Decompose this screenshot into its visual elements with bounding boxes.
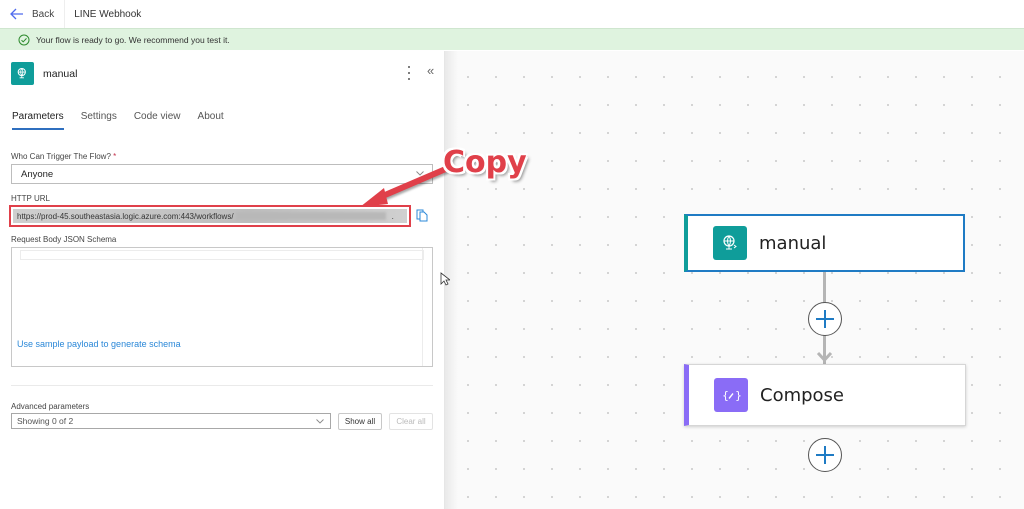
details-panel: manual « Parameters Settings Code view A…: [0, 51, 445, 509]
redacted-url-part: [235, 212, 386, 220]
http-url-value: https://prod-45.southeastasia.logic.azur…: [17, 211, 234, 221]
panel-node-name: manual: [43, 67, 78, 80]
node-manual[interactable]: manual: [684, 214, 965, 272]
add-step-button[interactable]: [808, 438, 842, 472]
node-label: manual: [759, 232, 827, 254]
add-step-button[interactable]: [808, 302, 842, 336]
status-banner: Your flow is ready to go. We recommend y…: [0, 28, 1024, 50]
chevron-down-icon: [316, 419, 324, 424]
request-schema-label: Request Body JSON Schema: [11, 235, 117, 244]
flow-canvas[interactable]: [446, 51, 1024, 509]
panel-tabs: Parameters Settings Code view About: [12, 111, 241, 130]
globe-icon: [11, 62, 34, 85]
request-schema-editor[interactable]: Use sample payload to generate schema: [11, 247, 433, 367]
plus-icon: [816, 446, 834, 464]
http-url-field[interactable]: https://prod-45.southeastasia.logic.azur…: [9, 205, 411, 227]
advanced-parameters-select[interactable]: Showing 0 of 2: [11, 413, 331, 429]
copy-callout: Copy: [443, 145, 527, 180]
copy-icon[interactable]: [416, 208, 428, 222]
tab-code-view[interactable]: Code view: [134, 111, 181, 130]
svg-text:{: {: [722, 389, 729, 402]
more-options-icon[interactable]: [404, 66, 414, 80]
globe-icon: [713, 226, 747, 260]
required-marker: *: [113, 152, 117, 161]
banner-message: Your flow is ready to go. We recommend y…: [36, 34, 230, 45]
clear-all-button[interactable]: Clear all: [389, 413, 433, 430]
node-label: Compose: [760, 384, 845, 406]
panel-header: manual: [11, 62, 77, 85]
use-sample-payload-link[interactable]: Use sample payload to generate schema: [17, 339, 181, 349]
advanced-parameters-label: Advanced parameters: [11, 402, 90, 411]
select-value: Anyone: [21, 168, 54, 180]
url-trailing: .: [391, 211, 394, 221]
schema-scrollbar[interactable]: [422, 248, 432, 366]
show-all-button[interactable]: Show all: [338, 413, 382, 430]
arrow-left-icon: [10, 8, 23, 20]
schema-line: [20, 250, 424, 260]
who-can-trigger-select[interactable]: Anyone: [11, 164, 433, 184]
select-value: Showing 0 of 2: [17, 416, 74, 426]
back-label: Back: [32, 8, 55, 20]
flow-title: LINE Webhook: [74, 8, 142, 20]
chevron-down-icon: [416, 171, 424, 176]
compose-icon: {}: [714, 378, 748, 412]
who-can-trigger-label: Who Can Trigger The Flow? *: [11, 152, 116, 161]
top-bar: Back LINE Webhook: [0, 0, 1024, 28]
svg-text:}: }: [735, 389, 741, 402]
tab-settings[interactable]: Settings: [81, 111, 117, 130]
node-compose[interactable]: {} Compose: [684, 364, 966, 426]
http-url-label: HTTP URL: [11, 194, 50, 203]
plus-icon: [816, 310, 834, 328]
tab-about[interactable]: About: [198, 111, 224, 130]
label-text: Who Can Trigger The Flow?: [11, 152, 111, 161]
check-circle-icon: [18, 34, 30, 45]
back-button[interactable]: Back: [0, 0, 66, 28]
arrow-down-icon: [816, 351, 833, 363]
mouse-cursor-icon: [440, 272, 450, 286]
divider: [11, 385, 433, 386]
tab-parameters[interactable]: Parameters: [12, 111, 64, 130]
collapse-panel-icon[interactable]: «: [427, 63, 434, 78]
